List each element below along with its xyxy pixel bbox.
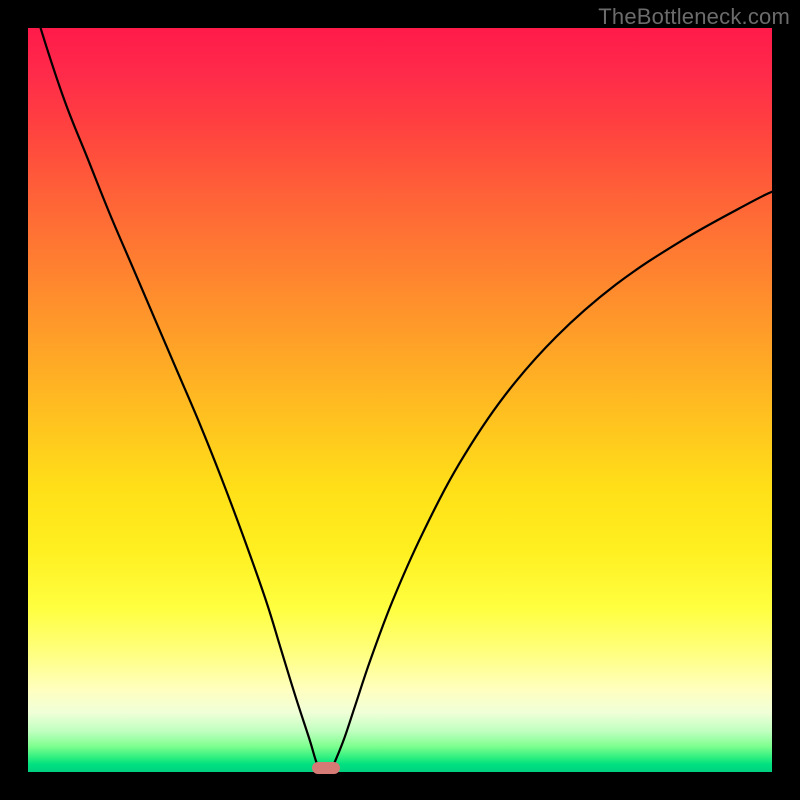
watermark-text: TheBottleneck.com: [598, 4, 790, 30]
curve-left-branch: [28, 28, 320, 771]
curve-svg: [28, 28, 772, 772]
plot-area: [28, 28, 772, 772]
minimum-marker: [312, 762, 340, 774]
chart-frame: TheBottleneck.com: [0, 0, 800, 800]
curve-right-branch: [331, 192, 772, 771]
